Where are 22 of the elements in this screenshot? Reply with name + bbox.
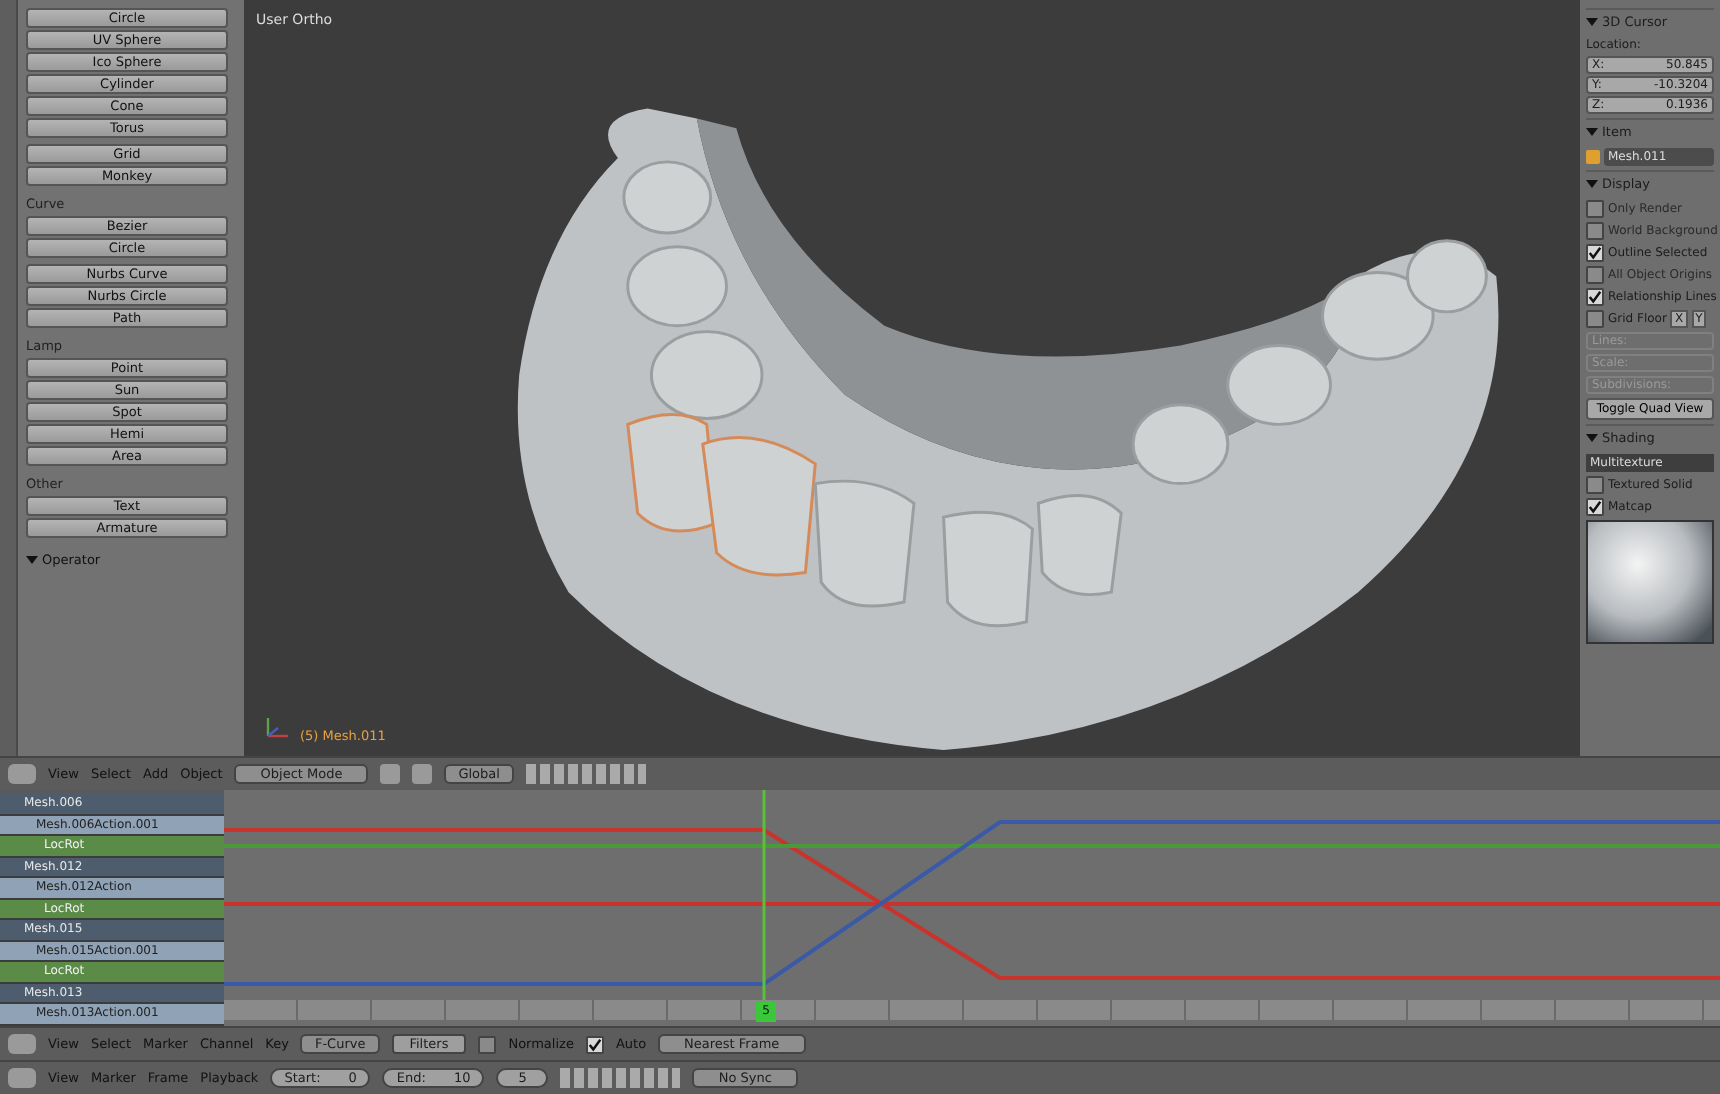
playhead-line[interactable]: [762, 790, 766, 1000]
matcap-preview[interactable]: [1586, 520, 1714, 644]
checkbox[interactable]: [1586, 476, 1604, 494]
disclosure-triangle-icon[interactable]: [1586, 434, 1598, 442]
checkbox[interactable]: [1586, 244, 1604, 262]
checkbox[interactable]: [1586, 266, 1604, 284]
checkbox[interactable]: [585, 1035, 604, 1053]
checkbox[interactable]: [1586, 498, 1604, 516]
disclosure-triangle-icon[interactable]: [26, 556, 38, 564]
disclosure-triangle-icon[interactable]: [1586, 180, 1598, 188]
disclosure-triangle-icon[interactable]: [1586, 128, 1598, 136]
frame-ruler[interactable]: [224, 1000, 1720, 1020]
playback-buttons[interactable]: [560, 1068, 681, 1088]
checkbox[interactable]: [1586, 310, 1604, 328]
checkbox[interactable]: [478, 1035, 497, 1053]
axis-icon: [264, 712, 292, 740]
layer-buttons[interactable]: [525, 764, 646, 784]
object-icon: [1586, 150, 1600, 164]
disclosure-triangle-icon[interactable]: [1586, 18, 1598, 26]
checkbox[interactable]: [1586, 222, 1604, 240]
checkbox[interactable]: [1586, 200, 1604, 218]
checkbox[interactable]: [1586, 288, 1604, 306]
